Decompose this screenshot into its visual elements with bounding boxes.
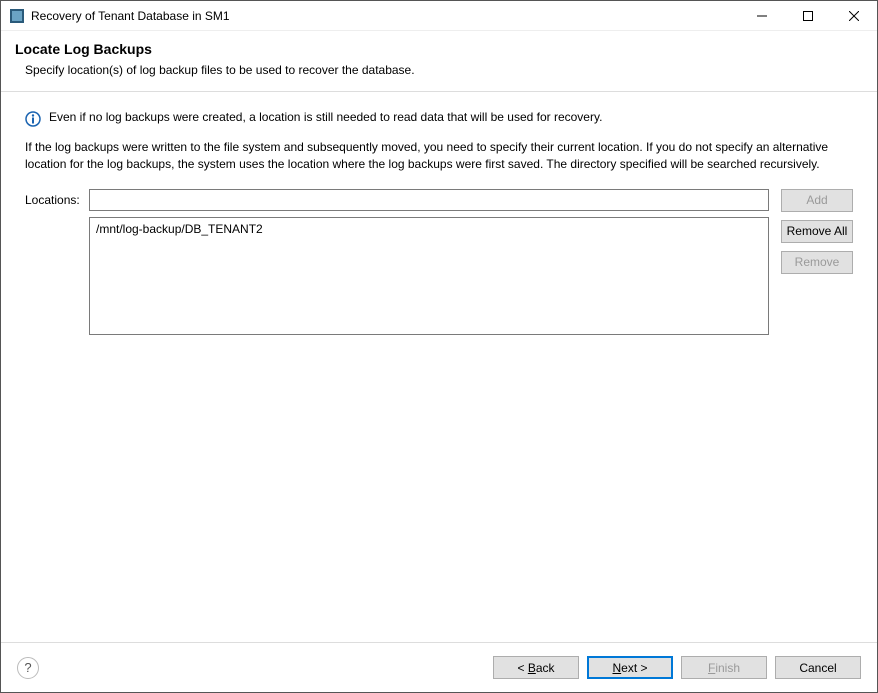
minimize-button[interactable] xyxy=(739,1,785,30)
wizard-header: Locate Log Backups Specify location(s) o… xyxy=(1,31,877,92)
back-button[interactable]: < Back xyxy=(493,656,579,679)
locations-list[interactable]: /mnt/log-backup/DB_TENANT2 xyxy=(89,217,769,335)
close-button[interactable] xyxy=(831,1,877,30)
explanation-text: If the log backups were written to the f… xyxy=(25,139,853,173)
info-text: Even if no log backups were created, a l… xyxy=(49,110,602,124)
titlebar: Recovery of Tenant Database in SM1 xyxy=(1,1,877,31)
locations-section: Locations: /mnt/log-backup/DB_TENANT2 Ad… xyxy=(25,189,853,335)
cancel-button[interactable]: Cancel xyxy=(775,656,861,679)
locations-label: Locations: xyxy=(25,189,83,207)
window-title: Recovery of Tenant Database in SM1 xyxy=(31,9,739,23)
info-row: Even if no log backups were created, a l… xyxy=(25,110,853,127)
wizard-footer: ? < Back Next > Finish Cancel xyxy=(1,642,877,692)
page-title: Locate Log Backups xyxy=(15,41,863,57)
window-controls xyxy=(739,1,877,30)
help-icon[interactable]: ? xyxy=(17,657,39,679)
next-button[interactable]: Next > xyxy=(587,656,673,679)
maximize-button[interactable] xyxy=(785,1,831,30)
page-subtitle: Specify location(s) of log backup files … xyxy=(15,63,863,77)
finish-button[interactable]: Finish xyxy=(681,656,767,679)
remove-button[interactable]: Remove xyxy=(781,251,853,274)
wizard-content: Even if no log backups were created, a l… xyxy=(1,92,877,642)
remove-all-button[interactable]: Remove All xyxy=(781,220,853,243)
info-icon xyxy=(25,111,41,127)
locations-input[interactable] xyxy=(89,189,769,211)
app-icon xyxy=(9,8,25,24)
add-button[interactable]: Add xyxy=(781,189,853,212)
list-item[interactable]: /mnt/log-backup/DB_TENANT2 xyxy=(90,220,768,238)
